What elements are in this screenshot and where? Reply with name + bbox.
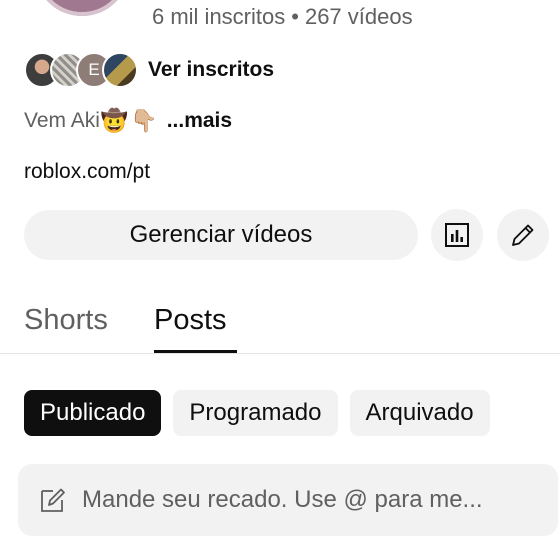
- edit-icon: [41, 488, 65, 512]
- subscribers-row[interactable]: E Ver inscritos: [24, 50, 274, 90]
- post-composer[interactable]: Mande seu recado. Use @ para me...: [18, 464, 558, 536]
- manage-videos-button[interactable]: Gerenciar vídeos: [24, 210, 418, 260]
- channel-link[interactable]: roblox.com/pt: [24, 160, 150, 184]
- chip-scheduled[interactable]: Programado: [173, 390, 338, 436]
- channel-stats: 6 mil inscritos • 267 vídeos: [152, 4, 413, 30]
- description-text: Vem Aki: [24, 109, 100, 132]
- subscriber-avatar: [102, 52, 138, 88]
- view-subscribers-link[interactable]: Ver inscritos: [148, 58, 274, 82]
- analytics-icon: [445, 223, 469, 247]
- chip-published[interactable]: Publicado: [24, 390, 162, 436]
- video-count: 267 vídeos: [304, 4, 413, 29]
- cowboy-emoji: 🤠: [100, 108, 129, 133]
- composer-placeholder: Mande seu recado. Use @ para me...: [82, 486, 483, 513]
- analytics-button[interactable]: [431, 209, 483, 261]
- tab-shorts[interactable]: Shorts: [24, 304, 108, 337]
- description-more-link[interactable]: ...mais: [167, 109, 232, 133]
- pencil-icon: [512, 224, 534, 246]
- tab-posts[interactable]: Posts: [154, 304, 227, 337]
- chip-archived[interactable]: Arquivado: [349, 390, 490, 436]
- channel-tabs: Shorts Posts: [0, 296, 560, 354]
- tab-selected-indicator: [154, 350, 237, 353]
- subscriber-avatars: E: [24, 52, 138, 88]
- channel-description[interactable]: Vem Aki 🤠 👇🏼 ...mais: [24, 108, 232, 134]
- pointing-down-emoji: 👇🏼: [130, 108, 158, 133]
- channel-avatar[interactable]: [36, 0, 128, 16]
- subscriber-count: 6 mil inscritos: [152, 4, 286, 29]
- stats-separator: •: [291, 4, 299, 29]
- edit-channel-button[interactable]: [497, 209, 549, 261]
- post-filter-chips: Publicado Programado Arquivado: [24, 390, 490, 436]
